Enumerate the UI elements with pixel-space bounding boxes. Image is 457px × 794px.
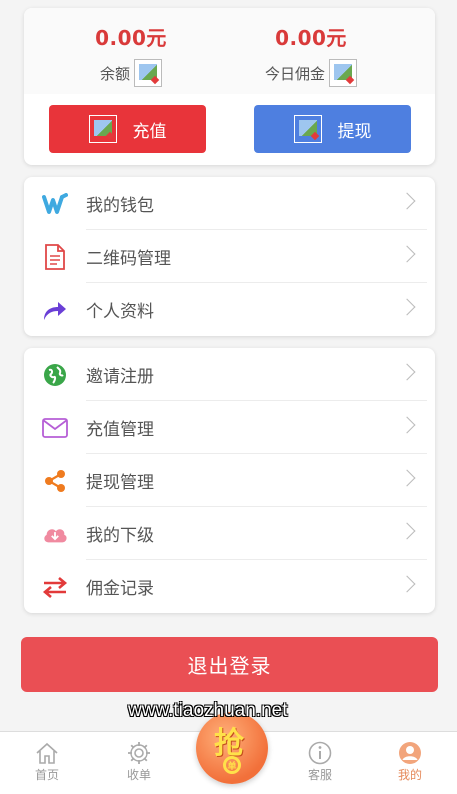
tab-mine[interactable]: 我的 <box>380 740 440 783</box>
menu-item-recharge-manage[interactable]: 充值管理 <box>24 401 435 454</box>
menu-item-label: 佣金记录 <box>86 579 154 599</box>
commission-label: 今日佣金 <box>264 64 325 83</box>
account-menu: 我的钱包 二维码管理 个人资料 <box>24 177 435 336</box>
envelope-icon <box>42 415 68 441</box>
menu-item-label: 我的下级 <box>86 526 154 546</box>
menu-item-label: 充值管理 <box>86 420 154 440</box>
balance-card: 0.00元 余额 0.00元 今日佣金 充值 提现 <box>24 8 435 165</box>
grab-sub-label: 单 <box>227 761 237 772</box>
menu-item-label: 二维码管理 <box>86 249 171 269</box>
commission-amount: 0.00元 <box>275 26 347 50</box>
info-icon <box>290 740 350 766</box>
globe-icon <box>42 362 68 388</box>
menu-item-invite[interactable]: 邀请注册 <box>24 348 435 401</box>
balance-amount: 0.00元 <box>95 26 167 50</box>
document-icon <box>42 244 68 270</box>
broken-image-icon <box>293 115 322 143</box>
balance-block: 0.00元 余额 <box>56 22 206 87</box>
withdraw-button[interactable]: 提现 <box>254 105 411 153</box>
chevron-right-icon <box>398 245 416 263</box>
balance-summary: 0.00元 余额 0.00元 今日佣金 <box>24 8 435 94</box>
gear-icon <box>109 740 169 766</box>
withdraw-label: 提现 <box>337 121 372 142</box>
balance-label: 余额 <box>99 64 130 83</box>
share-nodes-icon <box>42 468 68 494</box>
tab-label: 收单 <box>126 768 151 782</box>
chevron-right-icon <box>398 575 416 593</box>
commission-block: 0.00元 今日佣金 <box>236 22 386 87</box>
menu-item-label: 我的钱包 <box>86 196 154 216</box>
menu-item-qrcode[interactable]: 二维码管理 <box>24 230 435 283</box>
recharge-button[interactable]: 充值 <box>49 105 206 153</box>
tab-service[interactable]: 客服 <box>290 740 350 783</box>
menu-item-profile[interactable]: 个人资料 <box>24 283 435 336</box>
chevron-right-icon <box>398 363 416 381</box>
menu-item-label: 个人资料 <box>86 302 154 322</box>
user-icon <box>380 740 440 766</box>
chevron-right-icon <box>398 469 416 487</box>
cloud-download-icon <box>42 521 68 547</box>
management-menu: 邀请注册 充值管理 提现管理 我的下级 佣金记录 <box>24 348 435 613</box>
tab-label: 我的 <box>397 768 422 782</box>
wallet-icon <box>42 191 68 217</box>
menu-item-wallet[interactable]: 我的钱包 <box>24 177 435 230</box>
grab-order-button[interactable]: 抢 单 <box>196 712 268 784</box>
menu-item-withdraw-manage[interactable]: 提现管理 <box>24 454 435 507</box>
tab-label: 首页 <box>34 768 59 782</box>
tab-orders[interactable]: 收单 <box>109 740 169 783</box>
share-arrow-icon <box>42 297 68 323</box>
watermark: www.tiaozhuan.net <box>128 700 288 721</box>
logout-button[interactable]: 退出登录 <box>21 637 438 692</box>
recharge-label: 充值 <box>132 121 167 142</box>
tab-label: 客服 <box>307 768 332 782</box>
broken-image-icon <box>88 115 117 143</box>
transfer-arrows-icon <box>42 574 68 600</box>
tab-home[interactable]: 首页 <box>17 740 77 783</box>
chevron-right-icon <box>398 522 416 540</box>
magnifier-icon: 单 <box>223 756 241 774</box>
menu-item-label: 邀请注册 <box>86 367 154 387</box>
chevron-right-icon <box>398 416 416 434</box>
broken-image-icon <box>329 59 357 87</box>
home-icon <box>17 740 77 766</box>
broken-image-icon <box>134 59 162 87</box>
menu-item-commission-log[interactable]: 佣金记录 <box>24 560 435 613</box>
chevron-right-icon <box>398 298 416 316</box>
menu-item-subordinates[interactable]: 我的下级 <box>24 507 435 560</box>
menu-item-label: 提现管理 <box>86 473 154 493</box>
chevron-right-icon <box>398 192 416 210</box>
